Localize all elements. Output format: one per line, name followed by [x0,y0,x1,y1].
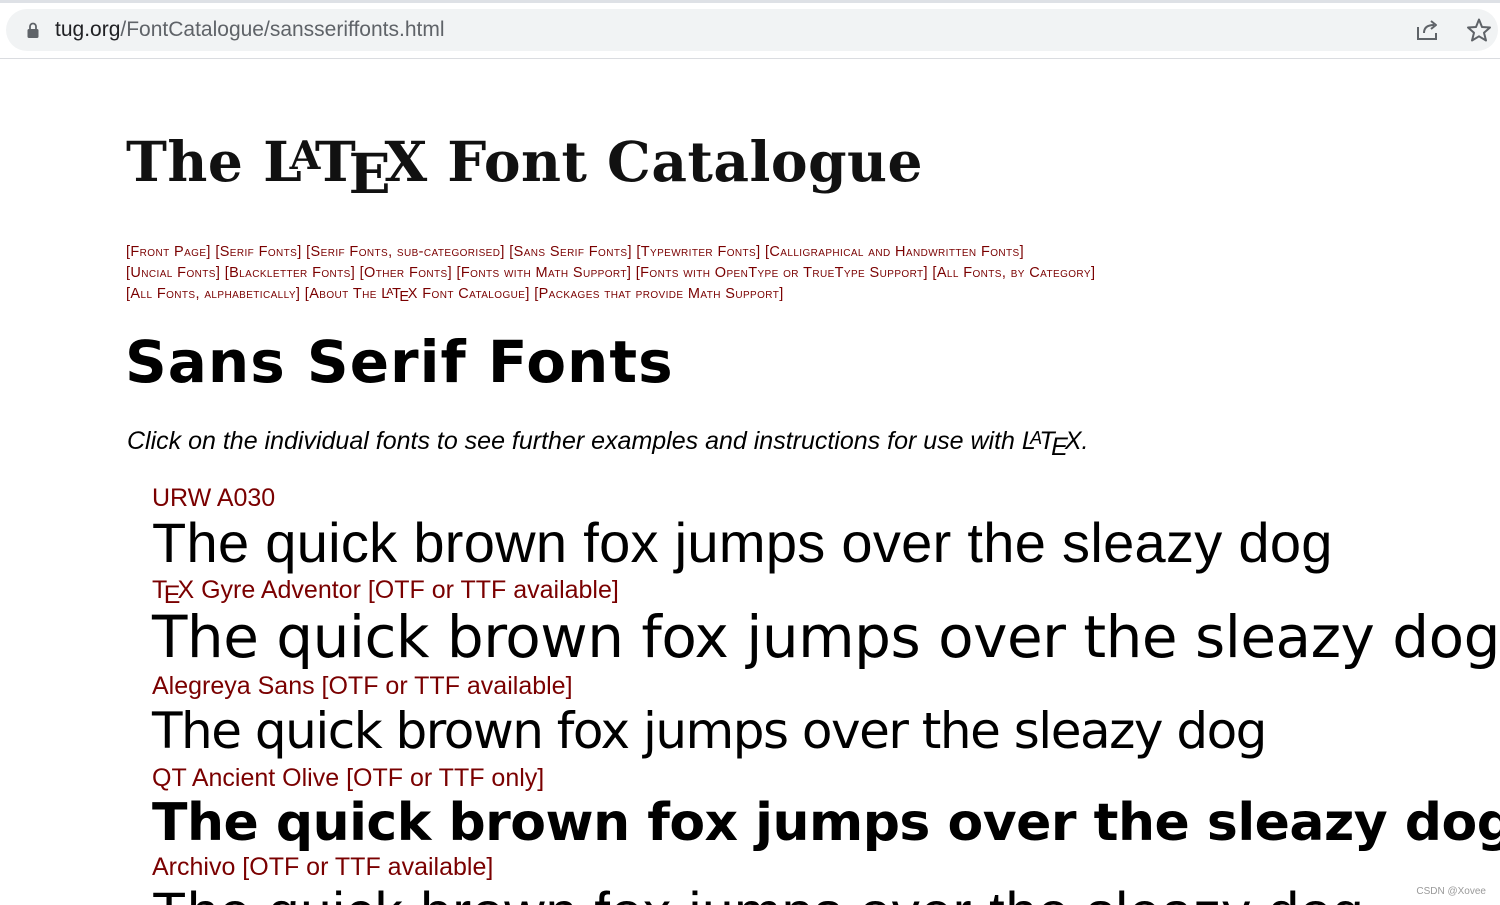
url-path: /FontCatalogue/sansseriffonts.html [120,18,445,41]
url-host: tug.org [55,18,121,41]
browser-toolbar: tug.org/FontCatalogue/sansseriffonts.htm… [0,0,1500,59]
title-suffix: Font Catalogue [447,129,924,194]
latex-a: A [386,286,394,298]
intro-body: Click on the individual fonts to see fur… [127,427,1015,455]
lock-icon[interactable] [24,21,42,39]
font-entry: Alegreya Sans [OTF or TTF available] The… [152,671,1500,761]
nav-all-fonts-by-category[interactable]: [All Fonts, by Category] [932,265,1095,281]
nav-line-2: [Uncial Fonts] [Blackletter Fonts] [Othe… [126,263,1466,284]
font-name-rest: Gyre Adventor [OTF or TTF available] [194,576,619,604]
font-sample[interactable]: The quick brown fox jumps over the sleaz… [152,513,1500,573]
font-sample[interactable]: The quick brown fox jumps over the sleaz… [152,882,1500,905]
tex-e: E [163,581,181,609]
font-sample[interactable]: The quick brown fox jumps over the sleaz… [152,793,1500,853]
section-heading: Sans Serif Fonts [125,328,674,396]
nav-uncial-fonts[interactable]: [Uncial Fonts] [126,265,220,281]
nav-front-page[interactable]: [Front Page] [126,244,211,260]
intro-end: . [1081,427,1089,455]
url-text[interactable]: tug.org/FontCatalogue/sansseriffonts.htm… [55,17,445,43]
latex-a: A [1030,427,1043,448]
font-link-qt-ancient-olive[interactable]: QT Ancient Olive [OTF or TTF only] [152,763,1500,793]
font-entry: URW A030 The quick brown fox jumps over … [152,483,1500,573]
intro-latex-logo: LATEX [1022,427,1082,461]
latex-a: A [289,133,321,180]
tab-strip-edge [0,0,1500,3]
nav-math-support-fonts[interactable]: [Fonts with Math Support] [456,265,631,281]
nav-about-prefix: [About The [304,286,377,302]
latex-e: E [348,141,392,207]
star-icon[interactable] [1466,17,1492,43]
font-link-alegreya-sans[interactable]: Alegreya Sans [OTF or TTF available] [152,671,1500,701]
nav-serif-fonts-subcategorised[interactable]: [Serif Fonts, sub-categorised] [306,244,505,260]
font-entry: TEX Gyre Adventor [OTF or TTF available]… [152,575,1500,669]
nav-blackletter-fonts[interactable]: [Blackletter Fonts] [225,265,355,281]
latex-e: E [399,289,410,306]
nav-line-1: [Front Page] [Serif Fonts] [Serif Fonts,… [126,242,1466,263]
nav-latex-logo: LATEX [381,286,418,306]
font-link-urw-a030[interactable]: URW A030 [152,483,1500,513]
category-nav: [Front Page] [Serif Fonts] [Serif Fonts,… [126,242,1466,306]
font-link-archivo[interactable]: Archivo [OTF or TTF available] [152,852,1500,882]
address-bar[interactable]: tug.org/FontCatalogue/sansseriffonts.htm… [6,9,1498,51]
nav-other-fonts[interactable]: [Other Fonts] [360,265,452,281]
latex-logo: LATEX [263,129,428,206]
nav-sans-serif-fonts[interactable]: [Sans Serif Fonts] [509,244,632,260]
site-title: The LATEX Font Catalogue [126,129,924,206]
font-entry: Archivo [OTF or TTF available] The quick… [152,852,1500,905]
title-prefix: The [126,129,244,194]
latex-e: E [1051,432,1068,461]
nav-typewriter-fonts[interactable]: [Typewriter Fonts] [636,244,760,260]
nav-all-fonts-alphabetically[interactable]: [All Fonts, alphabetically] [126,286,300,302]
watermark: CSDN @Xovee [1416,886,1486,897]
font-sample[interactable]: The quick brown fox jumps over the sleaz… [152,605,1500,669]
nav-opentype-truetype-fonts[interactable]: [Fonts with OpenType or TrueType Support… [636,265,928,281]
font-entry: QT Ancient Olive [OTF or TTF only] The q… [152,763,1500,853]
nav-calligraphical-fonts[interactable]: [Calligraphical and Handwritten Fonts] [765,244,1024,260]
nav-about-catalogue[interactable]: [About The LATEX Font Catalogue] [304,286,530,306]
nav-about-suffix: Font Catalogue] [422,286,530,302]
intro-text: Click on the individual fonts to see fur… [127,425,1089,461]
font-link-tex-gyre-adventor[interactable]: TEX Gyre Adventor [OTF or TTF available] [152,575,1500,609]
nav-math-packages[interactable]: [Packages that provide Math Support] [534,286,783,302]
page-content: The LATEX Font Catalogue [Front Page] [S… [0,59,1500,905]
tex-logo: TEX [152,576,194,609]
font-sample[interactable]: The quick brown fox jumps over the sleaz… [152,701,1500,761]
nav-line-3: [All Fonts, alphabetically] [About The L… [126,284,1466,306]
nav-serif-fonts[interactable]: [Serif Fonts] [215,244,301,260]
share-icon[interactable] [1415,18,1441,42]
